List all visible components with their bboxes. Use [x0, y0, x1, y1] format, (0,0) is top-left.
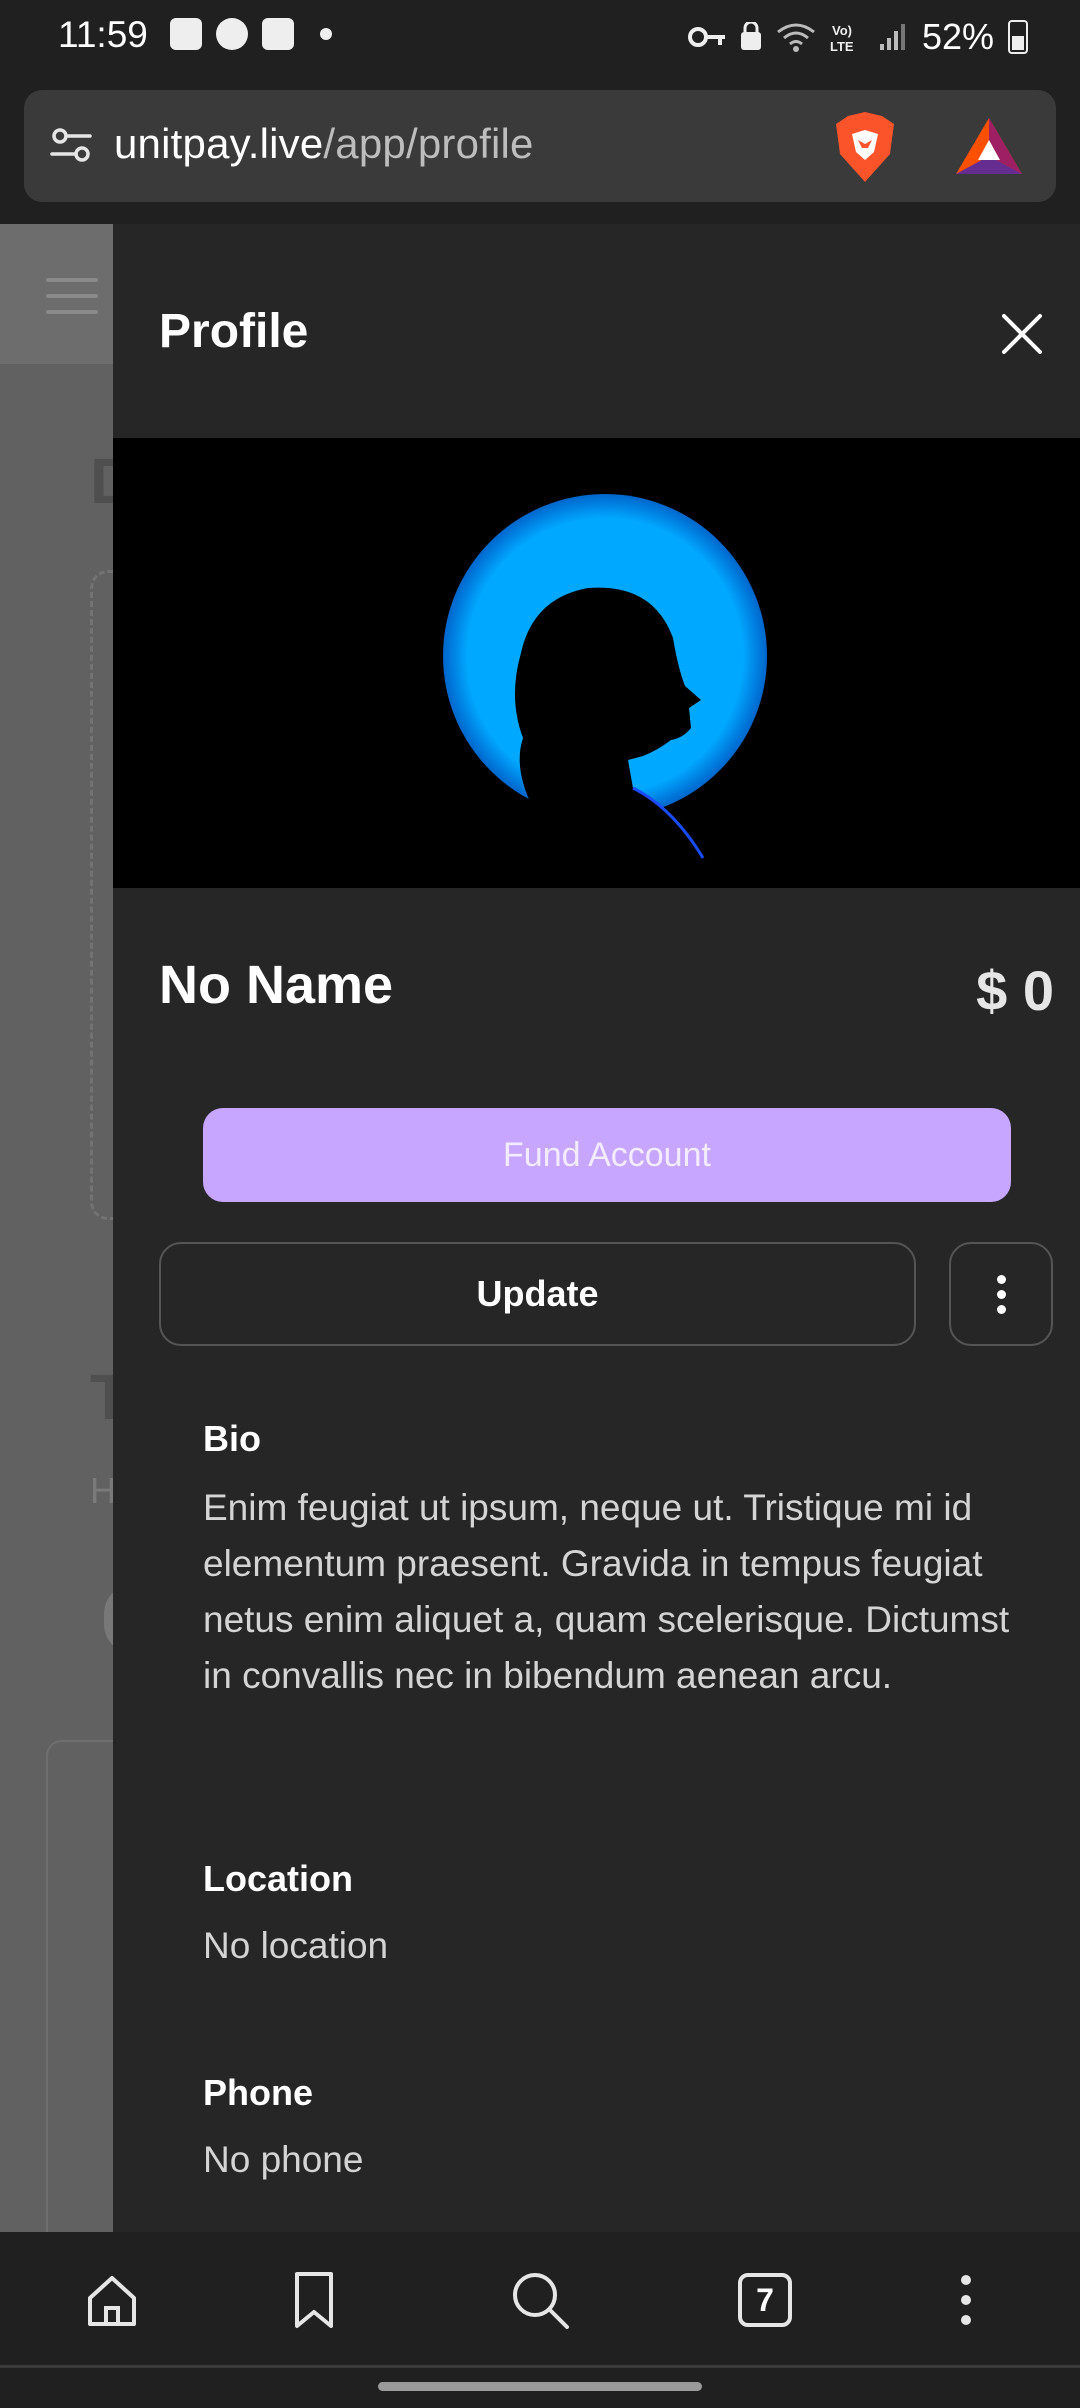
search-button[interactable] — [508, 2268, 572, 2332]
svg-text:Vo): Vo) — [832, 23, 852, 38]
url-text[interactable]: unitpay.live/app/profile — [114, 120, 534, 168]
url-path: /app/profile — [323, 120, 534, 167]
bookmark-icon — [295, 2272, 333, 2328]
home-icon — [88, 2276, 136, 2326]
tabs-button[interactable]: 7 — [733, 2268, 797, 2332]
phone-value: No phone — [203, 2139, 364, 2180]
signal-icon — [879, 24, 905, 50]
gesture-handle[interactable] — [378, 2382, 702, 2391]
checkbox-icon — [262, 18, 294, 50]
menu-icon — [46, 278, 98, 314]
system-icons: Vo) LTE 52% — [687, 16, 1028, 58]
profile-name-row: No Name $ 0 — [113, 944, 1080, 1034]
vpn-icon — [216, 18, 248, 50]
silhouette-avatar-icon — [443, 494, 767, 888]
secure-folder-icon — [740, 22, 761, 50]
account-balance: $ 0 — [976, 959, 1054, 1022]
drawer-header: Profile — [113, 224, 1080, 438]
volte-icon: Vo)LTE — [830, 23, 854, 53]
more-vertical-icon — [996, 1269, 1006, 1320]
url-domain: unitpay.live — [114, 120, 324, 167]
phone-label: Phone — [203, 2072, 314, 2113]
bio-label: Bio — [203, 1418, 261, 1459]
status-time: 11:59 — [58, 14, 148, 55]
battery-icon — [1008, 20, 1028, 54]
gesture-bar — [0, 2368, 1080, 2408]
address-bar[interactable]: unitpay.live/app/profile — [24, 90, 1056, 202]
status-bar: 11:59 Vo) LTE 52% — [0, 0, 1080, 74]
svg-text:LTE: LTE — [830, 39, 854, 53]
browser-toolbar: unitpay.live/app/profile — [0, 74, 1080, 224]
close-icon[interactable] — [994, 306, 1050, 362]
key-icon — [687, 27, 725, 47]
location-label: Location — [203, 1858, 353, 1899]
drawer-title: Profile — [159, 305, 309, 358]
tabs-count: 7 — [738, 2273, 792, 2327]
gallery-icon — [170, 18, 202, 50]
notification-icons — [170, 18, 332, 50]
brave-shields-icon[interactable] — [832, 110, 898, 184]
browser-bottom-nav: 7 — [0, 2232, 1080, 2368]
brave-rewards-icon[interactable] — [954, 116, 1024, 176]
search-icon — [513, 2273, 569, 2329]
more-notifications-icon — [320, 28, 332, 40]
battery-percent: 52% — [921, 16, 994, 57]
home-button[interactable] — [80, 2268, 144, 2332]
profile-cover-image — [113, 438, 1080, 888]
bio-text: Enim feugiat ut ipsum, neque ut. Tristiq… — [203, 1487, 1010, 1696]
bookmarks-button[interactable] — [282, 2268, 346, 2332]
profile-name: No Name — [159, 955, 394, 1015]
site-settings-icon[interactable] — [48, 122, 94, 168]
more-vertical-icon — [961, 2275, 971, 2325]
profile-drawer: Profile No Name $ 0 Fund Account Update … — [113, 224, 1080, 2232]
wifi-icon — [777, 23, 815, 52]
fund-account-button[interactable]: Fund Account — [203, 1108, 1011, 1202]
update-button[interactable]: Update — [159, 1242, 916, 1346]
location-value: No location — [203, 1925, 389, 1966]
more-options-button[interactable] — [949, 1242, 1053, 1346]
menu-button[interactable] — [934, 2268, 998, 2332]
